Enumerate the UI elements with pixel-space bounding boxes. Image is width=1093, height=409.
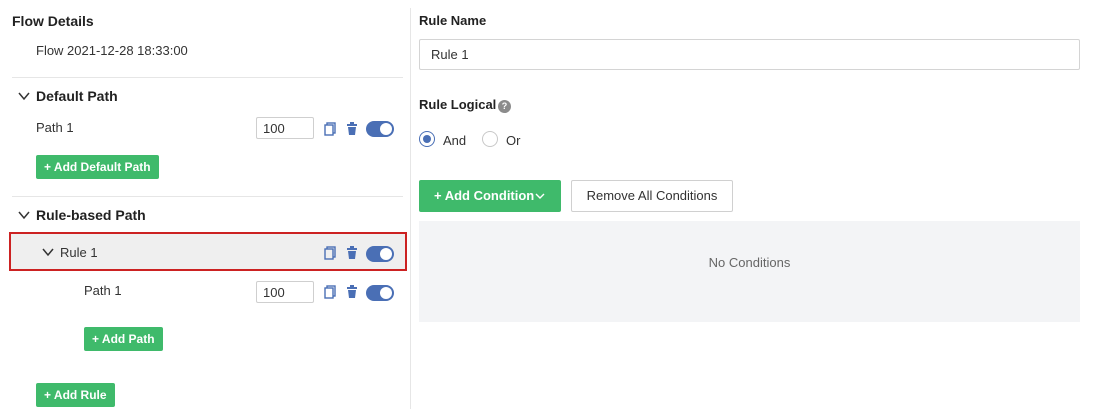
divider: [12, 196, 403, 197]
copy-icon[interactable]: [324, 246, 336, 260]
add-condition-button[interactable]: + Add Condition: [419, 180, 561, 212]
rule-path-heading[interactable]: Rule-based Path: [36, 207, 146, 223]
chevron-down-icon[interactable]: [18, 209, 30, 221]
trash-icon[interactable]: [346, 246, 358, 260]
flow-name: Flow 2021-12-28 18:33:00: [36, 43, 188, 58]
rule-name-input[interactable]: [419, 39, 1080, 70]
trash-icon[interactable]: [346, 122, 358, 136]
path-enabled-toggle[interactable]: [366, 285, 394, 301]
question-circle-icon[interactable]: ?: [498, 100, 511, 113]
radio-and[interactable]: [419, 131, 435, 147]
chevron-down-icon: [535, 193, 545, 199]
copy-icon[interactable]: [324, 122, 336, 136]
rule-enabled-toggle[interactable]: [366, 246, 394, 262]
add-condition-label: + Add Condition: [434, 188, 535, 203]
path-label: Path 1: [84, 283, 122, 298]
path-weight-input[interactable]: [256, 281, 314, 303]
chevron-down-icon[interactable]: [18, 90, 30, 102]
rule-name-label: Rule Name: [419, 13, 487, 28]
path-enabled-toggle[interactable]: [366, 121, 394, 137]
rule-logical-label: Rule Logical: [419, 97, 497, 112]
flow-details-title: Flow Details: [12, 13, 94, 29]
add-path-button[interactable]: + Add Path: [84, 327, 163, 351]
no-conditions-text: No Conditions: [708, 255, 791, 270]
chevron-down-icon[interactable]: [42, 246, 54, 258]
add-rule-button[interactable]: + Add Rule: [36, 383, 115, 407]
divider: [12, 77, 403, 78]
add-default-path-button[interactable]: + Add Default Path: [36, 155, 159, 179]
path-weight-input[interactable]: [256, 117, 314, 139]
default-path-heading[interactable]: Default Path: [36, 88, 118, 104]
radio-or-label[interactable]: Or: [506, 133, 520, 148]
trash-icon[interactable]: [346, 285, 358, 299]
remove-all-conditions-button[interactable]: Remove All Conditions: [571, 180, 733, 212]
path-label: Path 1: [36, 120, 74, 135]
rule-label[interactable]: Rule 1: [60, 245, 98, 260]
radio-or[interactable]: [482, 131, 498, 147]
copy-icon[interactable]: [324, 285, 336, 299]
radio-and-label[interactable]: And: [443, 133, 466, 148]
conditions-area: No Conditions: [419, 221, 1080, 322]
panel-divider: [410, 8, 411, 409]
